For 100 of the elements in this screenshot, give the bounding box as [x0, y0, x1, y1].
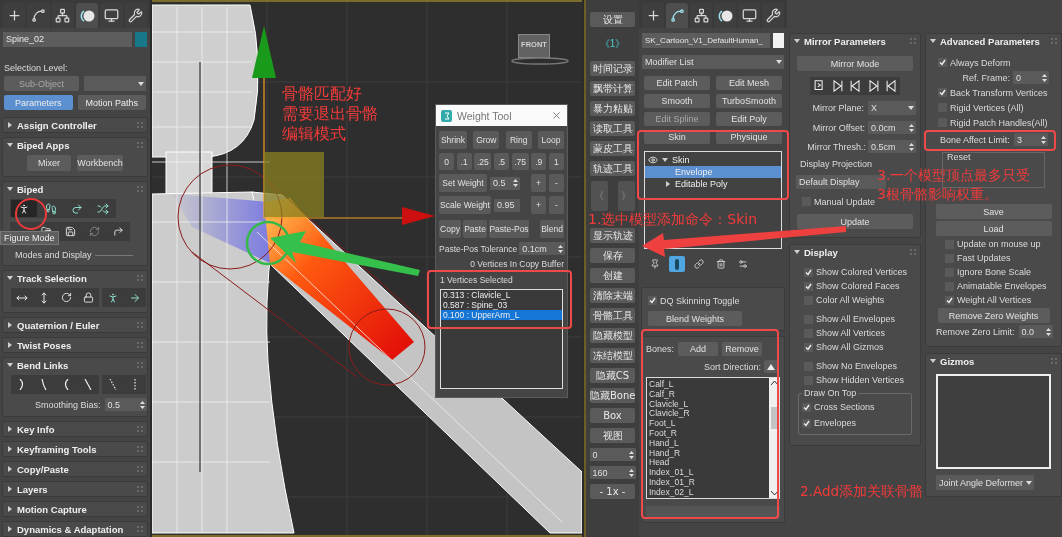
tool-button[interactable]: Loop	[538, 131, 564, 149]
spinner-field[interactable]: 0.5	[490, 176, 520, 190]
tool-button[interactable]: 飘带计算	[590, 81, 635, 96]
command-tab[interactable]	[738, 3, 760, 28]
object-name-field[interactable]: SK_Cartoon_V1_DefaultHuman_	[642, 33, 770, 48]
bone-list-item[interactable]: Hand_L	[649, 438, 767, 449]
command-tab[interactable]	[124, 3, 147, 28]
minus-button[interactable]: -	[549, 174, 564, 192]
bone-list-item[interactable]: Calf_L	[649, 380, 767, 390]
load-button[interactable]: Load	[935, 221, 1052, 236]
plus-button[interactable]: +	[531, 196, 546, 214]
tool-button[interactable]: 轨迹工具	[590, 161, 635, 176]
preset-button[interactable]: 0	[439, 153, 454, 170]
checkbox[interactable]	[648, 296, 657, 305]
weight-list-item[interactable]: 0.313 : Clavicle_L	[441, 290, 562, 300]
tool-button[interactable]: 显示轨迹	[590, 228, 635, 243]
command-tab[interactable]	[762, 3, 784, 28]
tool-button[interactable]: 隐藏CS	[590, 368, 635, 383]
tool-button[interactable]: 隐藏模型	[590, 328, 635, 343]
checkbox[interactable]	[804, 342, 813, 352]
spinner-field[interactable]: 0.95	[494, 198, 520, 212]
checkbox[interactable]	[938, 88, 947, 97]
rollout-header[interactable]: Biped	[3, 182, 147, 196]
tool-button[interactable]: 冻结模型	[590, 348, 635, 363]
mode-tab[interactable]: Motion Paths	[77, 95, 146, 111]
mirror-tool-button[interactable]	[883, 78, 899, 94]
scroll-up-icon[interactable]	[770, 380, 778, 385]
spinner-field[interactable]: 0.0	[1018, 325, 1053, 338]
tool-button[interactable]: 读取工具	[590, 121, 635, 136]
tool-button[interactable]: 时间记录	[590, 61, 635, 76]
modifier-button[interactable]: TurboSmooth	[716, 94, 782, 108]
weight-button[interactable]: Set Weight	[439, 174, 487, 192]
input-field[interactable]	[646, 506, 780, 518]
mirror-mode-button[interactable]: Mirror Mode	[797, 56, 913, 71]
tool-button[interactable]: Grow	[473, 131, 500, 149]
spinner-field[interactable]: 0	[1013, 71, 1049, 84]
rollout-header[interactable]: Biped Apps	[3, 138, 147, 152]
rollout-header[interactable]: Mirror Parameters	[790, 34, 920, 48]
remove-zero-weights-button[interactable]: Remove Zero Weights	[937, 308, 1050, 323]
spinner-field[interactable]: 0.0cm	[868, 121, 916, 134]
app-button[interactable]: Mixer	[27, 155, 71, 171]
rollout-header[interactable]: Assign Controller	[3, 118, 147, 132]
spinner-field[interactable]: 0	[589, 448, 636, 461]
clipboard-button[interactable]: Copy	[439, 220, 461, 238]
dropdown[interactable]: Joint Angle Deformer	[936, 475, 1034, 490]
remove-button[interactable]: Remove	[722, 342, 763, 356]
rollout-header[interactable]: Layers	[3, 482, 147, 496]
preset-button[interactable]: .75	[511, 153, 529, 170]
rollout-header[interactable]: Keyframing Tools	[3, 442, 147, 456]
preset-button[interactable]: .9	[531, 153, 547, 170]
mode-tab[interactable]: Parameters	[4, 95, 73, 111]
command-tab[interactable]	[714, 3, 736, 28]
rollout-header[interactable]: Advanced Parameters	[926, 34, 1061, 48]
blend-weights-button[interactable]: Blend Weights	[648, 311, 742, 326]
rollout-header[interactable]: Twist Poses	[3, 338, 147, 352]
rollout-header[interactable]: Motion Capture	[3, 502, 147, 516]
bone-list-item[interactable]: Foot_L	[649, 419, 767, 429]
save-button[interactable]: Save	[935, 204, 1052, 219]
stack-item[interactable]: Editable Poly	[645, 178, 781, 190]
command-tab[interactable]	[51, 3, 74, 28]
command-tab[interactable]	[27, 3, 50, 28]
scrollbar-thumb[interactable]	[770, 407, 778, 429]
tool-button[interactable]: 骨骼工具	[590, 308, 635, 323]
checkbox[interactable]	[804, 267, 813, 277]
minus-button[interactable]: -	[549, 196, 564, 214]
modifier-button[interactable]: Edit Poly	[716, 112, 782, 126]
clipboard-button[interactable]: Blend	[540, 220, 564, 238]
checkbox[interactable]	[802, 402, 811, 412]
color-swatch[interactable]	[135, 31, 147, 47]
tool-button[interactable]: 创建	[590, 268, 635, 283]
bone-list-item[interactable]: Index_01_L	[649, 468, 767, 478]
bone-list-item[interactable]: Index_02_L	[649, 487, 767, 498]
weight-button[interactable]: Scale Weight	[439, 196, 491, 214]
tool-button[interactable]: 保存	[590, 248, 635, 263]
rollout-header[interactable]: Dynamics & Adaptation	[3, 522, 147, 536]
object-name-field[interactable]: Spine_02	[3, 31, 132, 47]
clipboard-button[interactable]: Paste	[463, 220, 487, 238]
tool-button[interactable]: Shrink	[439, 131, 467, 149]
command-tab[interactable]	[76, 3, 99, 28]
checkbox[interactable]	[804, 281, 813, 291]
stack-tool-button[interactable]	[669, 256, 685, 272]
spinner-field[interactable]: 0.5cm	[868, 140, 916, 153]
rollout-header[interactable]: Display	[790, 245, 920, 259]
dropdown[interactable]: X	[868, 101, 916, 115]
rollout-header[interactable]: Gizmos	[926, 354, 1061, 368]
modifier-button[interactable]: Edit Patch	[644, 76, 710, 90]
tool-button[interactable]: 暴力粘贴	[590, 101, 635, 116]
weight-list-item[interactable]: 0.587 : Spine_03	[441, 300, 562, 310]
spinner-field[interactable]: 0.5	[104, 398, 147, 411]
close-icon[interactable]	[551, 110, 562, 121]
app-button[interactable]: Workbench	[77, 155, 123, 171]
add-button[interactable]: Add	[678, 342, 719, 356]
rollout-header[interactable]: Track Selection	[3, 271, 147, 285]
preset-button[interactable]: .1	[456, 153, 472, 170]
stack-tool-button[interactable]	[691, 256, 707, 272]
tool-button[interactable]: 清除末端	[590, 288, 635, 303]
preset-button[interactable]: 1	[548, 153, 564, 170]
stack-item[interactable]: Skin	[645, 154, 781, 166]
bone-list-item[interactable]: Calf_R	[649, 389, 767, 400]
bone-list-item[interactable]: Clavicle_L	[649, 399, 767, 410]
